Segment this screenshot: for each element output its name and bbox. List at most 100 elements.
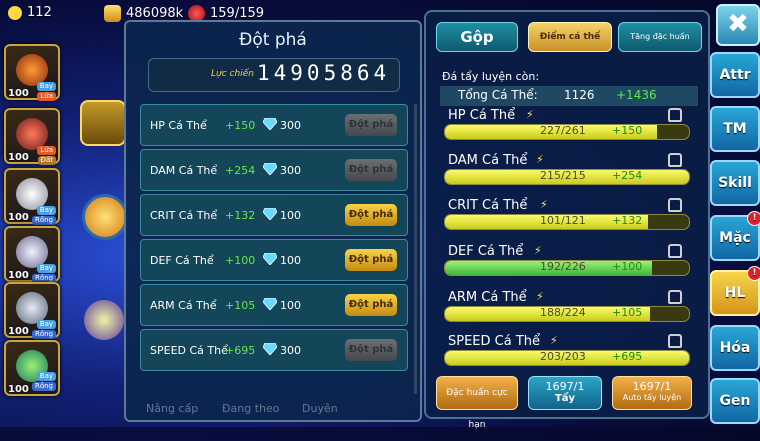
auto-wash-button[interactable]: 1697/1 Auto tẩy luyện bbox=[612, 376, 692, 410]
stat-name: CRIT Cá Thể bbox=[150, 209, 218, 222]
wash-label: Tẩy bbox=[554, 393, 576, 404]
stat-bonus: +695 bbox=[612, 350, 643, 363]
breakthrough-button[interactable]: Đột phá bbox=[345, 204, 397, 226]
total-label: Tổng Cá Thể: bbox=[458, 88, 538, 102]
side-tab-hl[interactable]: HL! bbox=[710, 266, 760, 316]
breakthrough-button[interactable]: Đột phá bbox=[345, 339, 397, 361]
hero-type-tag: Lửa bbox=[37, 146, 56, 155]
stat-cost: 100 bbox=[280, 254, 301, 267]
stat-bonus: +100 bbox=[612, 260, 643, 273]
side-tab-mac[interactable]: Mặc! bbox=[710, 211, 760, 261]
stat-bonus: +100 bbox=[225, 254, 256, 267]
stat-cost: 100 bbox=[280, 299, 301, 312]
gold-amount: 486098k bbox=[126, 6, 184, 21]
nav-upgrade[interactable]: Nâng cấp bbox=[146, 402, 198, 415]
total-stats-bar: Tổng Cá Thể: 1126 +1436 bbox=[440, 86, 698, 106]
lock-icon[interactable] bbox=[668, 334, 682, 348]
hero-type-tag: Đất bbox=[37, 156, 56, 165]
training-stone-label: Đá tẩy luyện còn: bbox=[442, 70, 540, 83]
lock-icon[interactable] bbox=[668, 108, 682, 122]
side-tab-label: Hóa bbox=[719, 340, 751, 356]
hero-type-tag: Bay bbox=[36, 264, 56, 273]
diamond-icon bbox=[263, 118, 277, 130]
stat-value: 203/203 bbox=[540, 350, 586, 363]
breakthrough-button[interactable]: Đột phá bbox=[345, 114, 397, 136]
side-tab-gen[interactable]: Gen bbox=[710, 378, 760, 424]
breakthrough-button[interactable]: Đột phá bbox=[345, 294, 397, 316]
stat-bonus: +150 bbox=[612, 124, 643, 137]
stat-cost: 100 bbox=[280, 209, 301, 222]
player-level: 112 bbox=[27, 5, 52, 20]
stat-name: ARM Cá Thể bbox=[150, 299, 217, 312]
equipment-icon[interactable] bbox=[80, 100, 126, 146]
lightning-icon: ⚡ bbox=[536, 153, 544, 166]
hero-type-tag: Rồng bbox=[31, 330, 56, 339]
lock-icon[interactable] bbox=[668, 198, 682, 212]
stat-bonus: +132 bbox=[612, 214, 643, 227]
wash-count: 1697/1 bbox=[545, 380, 585, 393]
tab-special-training[interactable]: Tăng đặc huấn bbox=[618, 22, 702, 52]
nav-bond[interactable]: Duyên bbox=[302, 402, 338, 415]
lock-icon[interactable] bbox=[668, 153, 682, 167]
stat-value: 227/261 bbox=[540, 124, 586, 137]
side-tab-tm[interactable]: TM bbox=[710, 106, 760, 152]
diamond-icon bbox=[263, 163, 277, 175]
hero-slot-2[interactable]: Lửa Đất 100 bbox=[4, 108, 60, 165]
lock-icon[interactable] bbox=[668, 244, 682, 258]
stat-row: HP Cá Thể +150 300 Đột phá bbox=[140, 104, 408, 146]
diamond-icon bbox=[263, 208, 277, 220]
side-tab-skill[interactable]: Skill bbox=[710, 160, 760, 206]
stat-bonus: +105 bbox=[612, 306, 643, 319]
hero-type-tag: Bay bbox=[36, 320, 56, 329]
combat-power-label: Lực chiến bbox=[211, 69, 254, 79]
hero-slot-6[interactable]: Bay Rồng 100 bbox=[4, 340, 60, 396]
hero-slot-1[interactable]: Bay Lửa 100 bbox=[4, 44, 60, 101]
stat-bonus: +132 bbox=[225, 209, 256, 222]
stat-value: 192/226 bbox=[540, 260, 586, 273]
lightning-icon: ⚡ bbox=[534, 244, 542, 257]
breakthrough-panel: Đột phá Lực chiến 14905864 HP Cá Thể +15… bbox=[124, 20, 422, 422]
stat-name: HP Cá Thể bbox=[448, 108, 516, 123]
stat-row: CRIT Cá Thể +132 100 Đột phá bbox=[140, 194, 408, 236]
stat-cost: 300 bbox=[280, 119, 301, 132]
stat-name: DAM Cá Thể bbox=[150, 164, 218, 177]
hero-slot-5[interactable]: Bay Rồng 100 bbox=[4, 282, 60, 339]
side-tab-label: HL bbox=[724, 285, 746, 301]
auto-wash-label: Auto tẩy luyện bbox=[622, 393, 682, 402]
notification-badge: ! bbox=[747, 266, 760, 281]
stat-name: ARM Cá Thể bbox=[448, 290, 527, 305]
scrollbar[interactable] bbox=[414, 104, 417, 394]
hero-slot-4[interactable]: Bay Rồng 100 bbox=[4, 226, 60, 283]
stat-value: 188/224 bbox=[540, 306, 586, 319]
close-button[interactable]: ✖ bbox=[716, 4, 760, 46]
side-tab-attr[interactable]: Attr bbox=[710, 52, 760, 98]
auto-wash-count: 1697/1 bbox=[632, 380, 672, 393]
side-tab-hoa[interactable]: Hóa bbox=[710, 325, 760, 371]
stat-bonus: +254 bbox=[225, 164, 256, 177]
lock-orb-icon bbox=[82, 194, 128, 240]
stat-bonus: +105 bbox=[225, 299, 256, 312]
star-icon bbox=[8, 5, 22, 20]
stat-cost: 300 bbox=[280, 344, 301, 357]
spirit-orb-icon bbox=[84, 300, 124, 340]
nav-following[interactable]: Đang theo bbox=[222, 402, 280, 415]
side-tab-label: TM bbox=[723, 121, 747, 137]
side-tab-label: Mặc bbox=[719, 230, 751, 246]
hero-slot-3[interactable]: Bay Rồng 100 bbox=[4, 168, 60, 225]
hero-type-tag: Lửa bbox=[37, 92, 56, 101]
hero-type-tag: Rồng bbox=[31, 216, 56, 225]
tab-merge[interactable]: Gộp bbox=[436, 22, 518, 52]
wash-button[interactable]: 1697/1 Tẩy bbox=[528, 376, 602, 410]
lock-icon[interactable] bbox=[668, 290, 682, 304]
tab-individual-points[interactable]: Điểm cá thể bbox=[528, 22, 612, 52]
hero-level: 100 bbox=[8, 326, 29, 337]
breakthrough-button[interactable]: Đột phá bbox=[345, 159, 397, 181]
breakthrough-button[interactable]: Đột phá bbox=[345, 249, 397, 271]
hero-type-tag: Bay bbox=[36, 372, 56, 381]
gold-coin-icon bbox=[104, 5, 121, 22]
bottom-nav-faded: Nâng cấp Đang theo Duyên bbox=[136, 372, 416, 420]
special-training-button[interactable]: Đặc huấn cực hạn bbox=[436, 376, 518, 430]
stat-row: ARM Cá Thể +105 100 Đột phá bbox=[140, 284, 408, 326]
combat-power-value: 14905864 bbox=[257, 61, 391, 85]
stat-name: DAM Cá Thể bbox=[448, 153, 528, 168]
